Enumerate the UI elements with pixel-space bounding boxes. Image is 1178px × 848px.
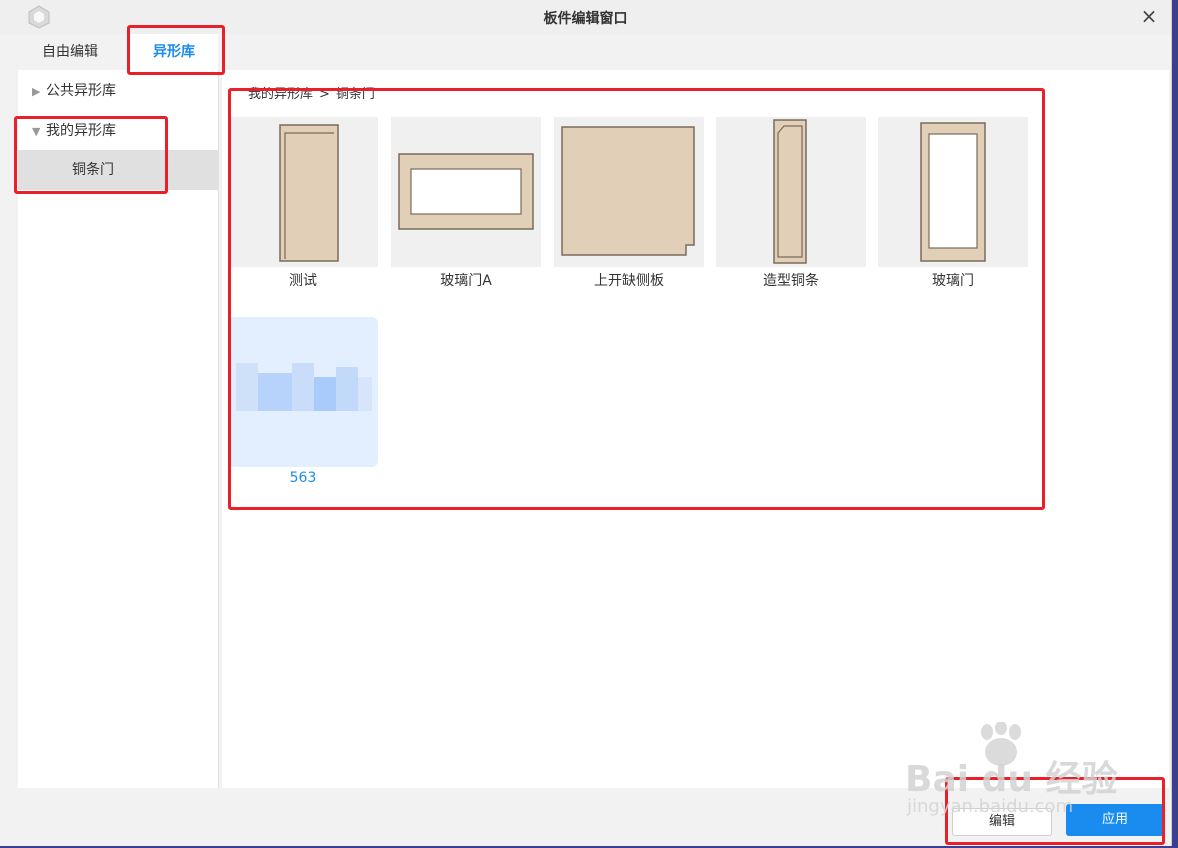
library-item-label: 玻璃门 <box>932 273 974 289</box>
blurred-thumbnail <box>228 317 378 467</box>
tree-node-label: 公共异形库 <box>46 83 116 99</box>
title-bar: 板件编辑窗口 × <box>0 0 1171 34</box>
breadcrumb-root[interactable]: 我的异形库 <box>248 87 313 102</box>
glass-door-vertical-thumbnail <box>878 117 1028 267</box>
tall-panel-thumbnail <box>228 117 378 267</box>
library-item-label: 563 <box>289 470 317 486</box>
blur-block <box>314 377 336 411</box>
apply-button[interactable]: 应用 <box>1066 804 1164 836</box>
breadcrumb: 我的异形库 > 铜条门 <box>248 83 375 102</box>
caret-right-icon: ▶ <box>32 85 41 98</box>
library-item-label: 测试 <box>289 273 317 289</box>
library-item-label: 上开缺侧板 <box>594 273 664 289</box>
tab-content: ▶ 公共异形库 ▼ 我的异形库 铜条门 我的异形库 > 铜条门 测试 玻璃门A … <box>18 70 1169 790</box>
library-item-label: 造型铜条 <box>763 273 819 289</box>
window-title: 板件编辑窗口 <box>543 11 628 27</box>
library-item[interactable]: 造型铜条 <box>716 117 866 307</box>
tree-node-public-library[interactable]: ▶ 公共异形库 <box>18 72 218 110</box>
tree-node-my-library[interactable]: ▼ 我的异形库 <box>18 112 218 150</box>
library-item[interactable]: 玻璃门 <box>878 117 1028 307</box>
blur-block <box>258 373 292 411</box>
tree-node-label: 我的异形库 <box>46 123 116 139</box>
blur-block <box>336 367 358 411</box>
panel-editor-window: 板件编辑窗口 × 自由编辑 异形库 ▶ 公共异形库 ▼ 我的异形库 铜条门 我的异形… <box>0 0 1172 846</box>
blur-block <box>292 363 314 411</box>
library-item[interactable]: 玻璃门A <box>391 117 541 307</box>
library-item[interactable]: 上开缺侧板 <box>554 117 704 307</box>
library-item-label: 玻璃门A <box>440 273 492 289</box>
library-item-selected[interactable]: 563 <box>228 317 378 507</box>
caret-down-icon: ▼ <box>32 125 41 138</box>
glass-door-horizontal-thumbnail <box>391 117 541 267</box>
tab-shape-library[interactable]: 异形库 <box>130 34 218 70</box>
breadcrumb-separator: > <box>319 87 330 102</box>
library-item[interactable]: 测试 <box>228 117 378 307</box>
library-grid-area: 我的异形库 > 铜条门 测试 玻璃门A 上开缺侧板 造型铜条 玻璃门 563 <box>222 70 1169 788</box>
copper-strip-thumbnail <box>716 117 866 267</box>
library-tree: ▶ 公共异形库 ▼ 我的异形库 铜条门 <box>18 70 219 788</box>
breadcrumb-current: 铜条门 <box>335 87 375 102</box>
close-icon[interactable]: × <box>1137 4 1161 28</box>
edit-button[interactable]: 编辑 <box>952 808 1052 836</box>
notched-side-panel-thumbnail <box>554 117 704 267</box>
blur-block <box>236 363 258 411</box>
tree-leaf-copper-door[interactable]: 铜条门 <box>18 150 218 190</box>
blur-block <box>358 377 372 411</box>
tab-free-edit[interactable]: 自由编辑 <box>18 34 122 70</box>
